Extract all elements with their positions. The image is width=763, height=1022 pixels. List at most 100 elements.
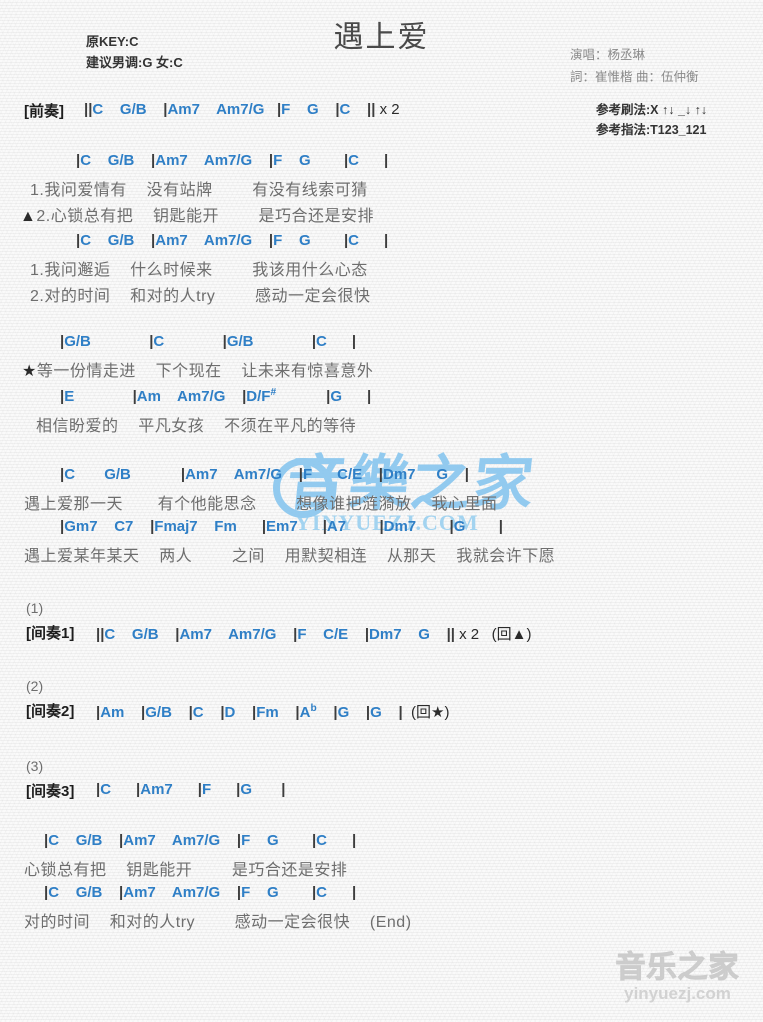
star-marker-icon: ★ xyxy=(22,363,37,380)
bar-separator: | xyxy=(163,101,168,118)
repeat-count: x 2 xyxy=(459,626,492,643)
bar-separator: | xyxy=(311,333,317,350)
bar-separator: | xyxy=(76,152,81,169)
interlude1-chords: ||C G/B |Am7 Am7/G |F C/E |Dm7 G || x 2 … xyxy=(96,626,532,643)
bar-separator: | xyxy=(242,388,247,405)
interlude3-number: (3) xyxy=(26,758,44,774)
verse1-lyric-b1: 1.我问邂逅 什么时候来 我该用什么心态 xyxy=(30,262,368,279)
bar-separator: || xyxy=(367,101,376,118)
bar-separator: | xyxy=(60,518,65,535)
interlude2-number: (2) xyxy=(26,678,44,694)
bar-separator: | xyxy=(379,518,384,535)
bar-separator: | xyxy=(197,781,202,798)
bar-separator: | xyxy=(119,884,124,901)
bar-separator: | xyxy=(236,781,241,798)
bar-separator: | xyxy=(119,832,124,849)
bar-separator: | xyxy=(136,781,141,798)
bar-separator: | xyxy=(335,101,340,118)
bar-separator: | xyxy=(276,101,282,118)
original-key: 原KEY:C xyxy=(86,34,139,49)
repeat-count: x 2 xyxy=(379,101,400,118)
outro-chords-b: |C G/B |Am7 Am7/G |F G |C | xyxy=(44,884,357,901)
bar-separator: | xyxy=(141,704,146,721)
bar-separator: | xyxy=(268,232,274,249)
bar-separator: | xyxy=(188,704,193,721)
bar-separator: | xyxy=(261,518,267,535)
intro-label: [前奏] xyxy=(24,103,64,120)
bar-separator: | xyxy=(352,884,357,901)
bar-separator: | xyxy=(384,232,389,249)
bar-separator: | xyxy=(281,781,286,798)
bar-separator: | xyxy=(175,626,180,643)
verse1-chords-a: |C G/B |Am7 Am7/G |F G |C | xyxy=(76,152,389,169)
interlude1-label: [间奏1] xyxy=(26,625,75,642)
repeat-marker: (回▲) xyxy=(491,626,532,643)
bar-separator: | xyxy=(351,333,357,350)
bar-separator: | xyxy=(398,704,403,721)
verse1-lyric-a1: 1.我问爱情有 没有站牌 有没有线索可猜 xyxy=(30,182,368,199)
prechorus-chords-a: |G/B |C |G/B |C | xyxy=(60,333,357,350)
bar-separator: | xyxy=(60,466,65,483)
bar-separator: | xyxy=(60,388,65,405)
interlude2-label: [间奏2] xyxy=(26,703,75,720)
credits-block: 演唱：杨丞琳 詞：崔惟楷 曲：伍仲衡 xyxy=(570,44,698,88)
bar-separator: | xyxy=(96,704,101,721)
bar-separator: | xyxy=(220,704,225,721)
outro-chords-a: |C G/B |Am7 Am7/G |F G |C | xyxy=(44,832,357,849)
bar-separator: | xyxy=(333,704,338,721)
sharp-symbol: # xyxy=(270,387,277,398)
bar-separator: | xyxy=(298,466,303,483)
verse1-chords-b: |C G/B |Am7 Am7/G |F G |C | xyxy=(76,232,389,249)
bar-separator: | xyxy=(96,781,101,798)
bar-separator: | xyxy=(311,884,317,901)
strum-pattern: 参考刷法:X ↑↓ _↓ ↑↓ xyxy=(596,103,708,117)
verse1-lyric-a2: ▲2.心锁总有把 钥匙能开 是巧合还是安排 xyxy=(20,208,375,225)
repeat-marker: (回★) xyxy=(411,704,450,721)
interlude1-number: (1) xyxy=(26,600,44,616)
writer-credit: 詞：崔惟楷 曲：伍仲衡 xyxy=(570,70,699,84)
bar-separator: | xyxy=(365,704,371,721)
bar-separator: | xyxy=(311,832,317,849)
bar-separator: | xyxy=(322,518,327,535)
outro-lyric-a: 心锁总有把 钥匙能开 是巧合还是安排 xyxy=(24,862,348,879)
interlude3-chords: |C |Am7 |F |G | xyxy=(96,781,286,798)
bar-separator: | xyxy=(367,388,372,405)
bar-separator: | xyxy=(464,466,469,483)
key-info: 原KEY:C 建议男调:G 女:C xyxy=(86,31,183,73)
bar-separator: | xyxy=(343,232,349,249)
singer-credit: 演唱：杨丞琳 xyxy=(570,48,646,62)
intro-chords: ||C G/B |Am7 Am7/G |F G |C || x 2 xyxy=(84,101,400,118)
bar-separator: | xyxy=(343,152,349,169)
bar-separator: | xyxy=(295,704,300,721)
chorus-lyric-a: 遇上爱那一天 有个他能思念 想像谁把涟漪放 我心里面 xyxy=(24,496,498,513)
suggested-key: 建议男调:G 女:C xyxy=(86,55,183,70)
bar-separator: | xyxy=(268,152,274,169)
flat-symbol: b xyxy=(310,703,317,714)
pattern-block: 参考刷法:X ↑↓ _↓ ↑↓ 参考指法:T123_121 xyxy=(596,100,707,140)
bar-separator: | xyxy=(180,466,186,483)
triangle-marker-icon: ▲ xyxy=(20,208,37,225)
bar-separator: | xyxy=(60,333,65,350)
bar-separator: | xyxy=(326,388,331,405)
bar-separator: | xyxy=(352,832,357,849)
bar-separator: | xyxy=(149,333,154,350)
interlude2-chords: |Am |G/B |C |D |Fm |Ab |G |G | (回★) xyxy=(96,703,450,721)
prechorus-lyric-b: 相信盼爱的 平凡女孩 不须在平凡的等待 xyxy=(36,418,357,435)
bar-separator: | xyxy=(236,884,242,901)
chord-sheet: 遇上爱 原KEY:C 建议男调:G 女:C 演唱：杨丞琳 詞：崔惟楷 曲：伍仲衡… xyxy=(0,0,763,1022)
verse1-lyric-b2: 2.对的时间 和对的人try 感动一定会很快 xyxy=(30,288,371,305)
bar-separator: || xyxy=(446,626,455,643)
bar-separator: | xyxy=(378,466,383,483)
bar-separator: | xyxy=(151,152,156,169)
outro-lyric-b: 对的时间 和对的人try 感动一定会很快 (End) xyxy=(24,914,412,931)
bar-separator: | xyxy=(498,518,503,535)
fingerstyle-pattern: 参考指法:T123_121 xyxy=(596,123,707,137)
bar-separator: | xyxy=(364,626,370,643)
chorus-chords-b: |Gm7 C7 |Fmaj7 Fm |Em7 |A7 |Dm7 |G | xyxy=(60,518,503,535)
bar-separator: | xyxy=(252,704,257,721)
bar-separator: || xyxy=(96,626,105,643)
prechorus-chords-b: |E |Am Am7/G |D/F# |G | xyxy=(60,387,372,405)
bar-separator: | xyxy=(222,333,227,350)
bar-separator: | xyxy=(293,626,298,643)
bar-separator: | xyxy=(132,388,137,405)
